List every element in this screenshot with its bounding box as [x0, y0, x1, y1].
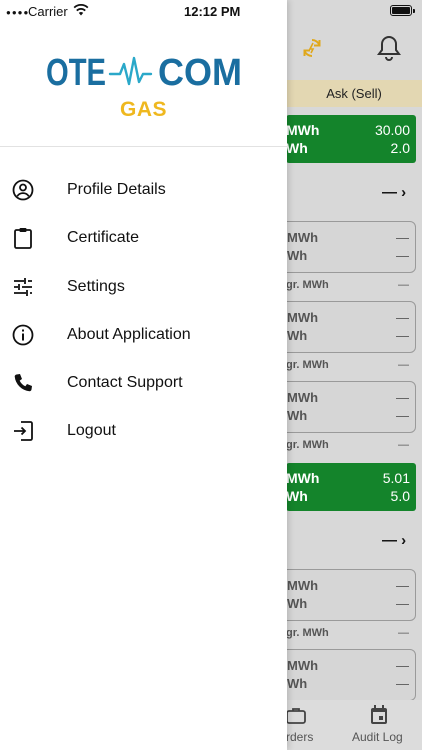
- menu-item-label: About Application: [67, 325, 191, 343]
- menu-item-certificate[interactable]: Certificate: [0, 215, 287, 263]
- price-card[interactable]: MWh — Wh —: [280, 301, 416, 353]
- menu-item-label: Certificate: [67, 229, 140, 247]
- carrier-label: Carrier: [28, 4, 68, 19]
- menu-item-logout[interactable]: Logout: [0, 408, 287, 456]
- bell-icon[interactable]: [376, 34, 402, 62]
- sliders-icon: [14, 277, 32, 296]
- ote-com-logo: OTE COM: [46, 52, 242, 92]
- unit-bottom: Wh: [286, 140, 308, 156]
- price-card[interactable]: MWh — Wh —: [280, 221, 416, 273]
- menu-item-about-application[interactable]: About Application: [0, 312, 287, 360]
- clock: 12:12 PM: [184, 4, 241, 19]
- tab-audit-log-label[interactable]: Audit Log: [352, 730, 403, 744]
- calendar-icon: [371, 705, 387, 724]
- price-card[interactable]: MWh — Wh —: [280, 381, 416, 433]
- svg-text:OTE: OTE: [46, 52, 106, 92]
- profile-circle-icon: [12, 179, 34, 201]
- price-card[interactable]: MWh — Wh —: [280, 569, 416, 621]
- navigation-drawer: ●●●● Carrier 12:12 PM OTE COM GAS Profil…: [0, 0, 287, 750]
- info-circle-icon: [12, 324, 34, 346]
- menu-item-label: Logout: [67, 422, 116, 440]
- menu-item-label: Contact Support: [67, 374, 183, 392]
- status-bar: ●●●● Carrier 12:12 PM: [0, 0, 287, 22]
- signal-dots-icon: ●●●●: [6, 8, 30, 17]
- briefcase-icon: [286, 708, 306, 724]
- menu-item-label: Settings: [67, 277, 125, 295]
- clipboard-icon: [14, 228, 32, 250]
- unit-top: MWh: [286, 122, 320, 138]
- value-top: 30.00: [374, 122, 410, 138]
- green-price-card[interactable]: MWh 30.00 Wh 2.0: [286, 115, 416, 163]
- logout-icon: [14, 421, 33, 442]
- menu-item-contact-support[interactable]: Contact Support: [0, 360, 287, 408]
- green-price-card[interactable]: MWh 5.01 Wh 5.0: [286, 463, 416, 511]
- menu-item-label: Profile Details: [67, 181, 166, 198]
- refresh-icon[interactable]: [300, 36, 324, 60]
- menu-item-settings[interactable]: Settings: [0, 264, 287, 312]
- product-subtitle: GAS: [119, 98, 167, 121]
- tab-bar: rders Audit Log: [286, 700, 422, 750]
- row-expand-arrow[interactable]: — ›: [382, 532, 406, 549]
- ask-sell-header: Ask (Sell): [286, 80, 422, 107]
- phone-icon: [14, 374, 32, 392]
- drawer-menu: Profile Details Certificate Settings Abo…: [0, 167, 287, 457]
- waveform-mark: [108, 56, 153, 86]
- divider: [0, 146, 287, 147]
- battery-icon: [390, 5, 415, 16]
- price-card[interactable]: MWh — Wh —: [280, 649, 416, 701]
- value-bottom: 2.0: [390, 140, 410, 156]
- svg-text:COM: COM: [158, 52, 242, 92]
- wifi-icon: [73, 3, 89, 16]
- tab-orders-label[interactable]: rders: [286, 730, 313, 744]
- row-expand-arrow[interactable]: — ›: [382, 184, 406, 201]
- menu-item-profile-details[interactable]: Profile Details: [0, 167, 287, 215]
